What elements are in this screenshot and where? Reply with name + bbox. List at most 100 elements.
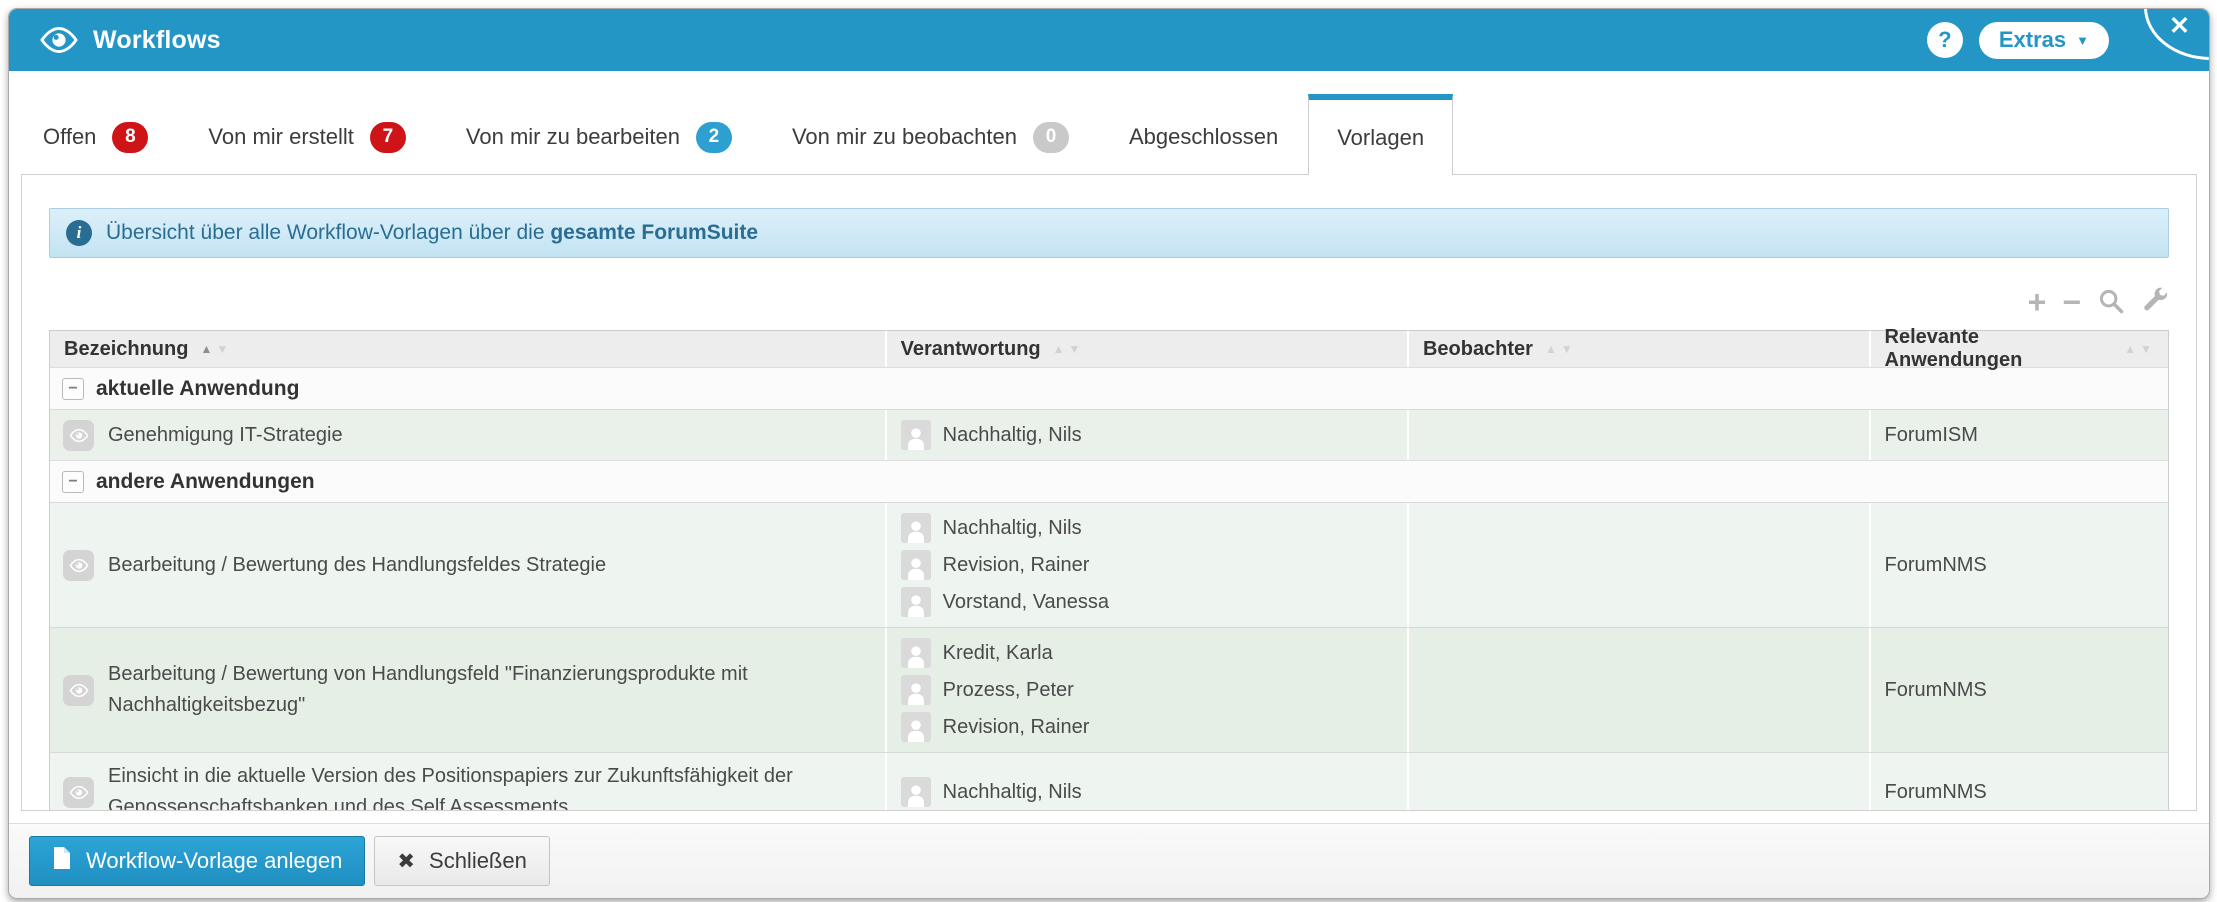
sort-asc-icon: ▲ (1052, 342, 1067, 356)
tab-label: Von mir zu bearbeiten (465, 124, 680, 149)
collapse-icon[interactable]: − (62, 377, 84, 400)
person-icon (900, 550, 931, 580)
search-button[interactable] (2097, 287, 2125, 318)
application-label: ForumNMS (1884, 780, 1987, 803)
application-label: ForumISM (1884, 423, 1978, 446)
person-name: Kredit, Karla (942, 641, 1053, 664)
table-body: − aktuelle Anwendung Genehmigung IT-Stra… (50, 367, 2168, 811)
workflow-title: Genehmigung IT-Strategie (108, 423, 343, 446)
group-row[interactable]: − aktuelle Anwendung (50, 367, 2168, 409)
table-row[interactable]: Einsicht in die aktuelle Version des Pos… (50, 752, 2168, 811)
extras-button[interactable]: Extras ▼ (1978, 21, 2109, 59)
page: Workflows ? Extras ▼ ✕ Offen 8 Von mir e… (0, 0, 2217, 902)
bezeichnung-cell: Bearbeitung / Bewertung von Handlungsfel… (50, 628, 887, 752)
sort-desc-icon: ▼ (2140, 342, 2154, 356)
application-label: ForumNMS (1884, 553, 1987, 576)
info-text-bold: gesamte ForumSuite (550, 221, 759, 244)
person-item: Prozess, Peter (900, 675, 1074, 705)
column-header-verantwortung[interactable]: Verantwortung ▲ ▼ (887, 331, 1409, 367)
workflow-title: Einsicht in die aktuelle Version des Pos… (108, 765, 793, 811)
person-name: Prozess, Peter (942, 678, 1074, 701)
window-header: Workflows ? Extras ▼ ✕ (9, 9, 2209, 71)
tab-offen[interactable]: Offen 8 (29, 100, 178, 174)
tab-von-mir-zu-beobachten[interactable]: Von mir zu beobachten 0 (762, 100, 1099, 174)
workflow-title: Bearbeitung / Bewertung des Handlungsfel… (108, 553, 607, 576)
person-name: Nachhaltig, Nils (942, 516, 1082, 539)
tab-abgeschlossen[interactable]: Abgeschlossen (1099, 100, 1308, 174)
observer-cell (1409, 410, 1871, 460)
search-icon (2097, 287, 2125, 318)
workflow-eye-icon (63, 674, 94, 706)
table-header-row: Bezeichnung ▲ ▼ Verantwortung ▲ ▼ Beobac… (50, 326, 2168, 371)
info-text: Übersicht über alle Workflow-Vorlagen üb… (106, 221, 759, 244)
workflow-eye-icon (63, 776, 94, 808)
person-item: Revision, Rainer (900, 712, 1089, 742)
tab-content-panel: i Übersicht über alle Workflow-Vorlagen … (21, 174, 2197, 811)
chevron-down-icon: ▼ (2076, 32, 2089, 48)
minus-icon: − (2062, 284, 2081, 320)
responsibility-cell: Nachhaltig, Nils (887, 753, 1409, 810)
sort-asc-icon: ▲ (200, 342, 215, 356)
responsibility-cell: Nachhaltig, Nils (887, 410, 1409, 460)
responsibility-cell: Kredit, Karla Prozess, Peter Revision, R… (887, 628, 1409, 752)
create-workflow-template-button[interactable]: Workflow-Vorlage anlegen (29, 836, 366, 886)
person-item: Vorstand, Vanessa (900, 587, 1109, 617)
application-cell: ForumNMS (1871, 503, 2168, 627)
collapse-all-button[interactable]: − (2062, 286, 2081, 318)
observer-cell (1409, 628, 1871, 752)
tab-badge: 2 (695, 121, 732, 153)
person-name: Revision, Rainer (942, 553, 1090, 576)
info-banner: i Übersicht über alle Workflow-Vorlagen … (49, 208, 2169, 258)
table-row[interactable]: Bearbeitung / Bewertung des Handlungsfel… (50, 502, 2168, 627)
person-item: Nachhaltig, Nils (900, 513, 1082, 543)
person-icon (900, 638, 931, 668)
sort-icons: ▲ ▼ (2124, 342, 2154, 356)
table-row[interactable]: Bearbeitung / Bewertung von Handlungsfel… (50, 627, 2168, 752)
document-icon (52, 846, 72, 876)
bezeichnung-cell: Einsicht in die aktuelle Version des Pos… (50, 753, 887, 811)
tab-von-mir-erstellt[interactable]: Von mir erstellt 7 (178, 100, 436, 174)
create-workflow-template-label: Workflow-Vorlage anlegen (86, 848, 343, 873)
tab-bar: Offen 8 Von mir erstellt 7 Von mir zu be… (9, 71, 2209, 175)
sort-icons: ▲ ▼ (1545, 342, 1575, 356)
workflow-title: Bearbeitung / Bewertung von Handlungsfel… (108, 663, 748, 716)
column-header-relevante-anwendungen[interactable]: Relevante Anwendungen ▲ ▼ (1871, 326, 2168, 371)
tab-label: Von mir zu beobachten (791, 124, 1017, 149)
person-item: Kredit, Karla (900, 638, 1053, 668)
sort-asc-icon: ▲ (2124, 342, 2139, 356)
close-dialog-button[interactable]: ✖ Schließen (374, 836, 550, 886)
person-icon (900, 587, 931, 617)
person-name: Nachhaltig, Nils (942, 423, 1082, 446)
application-cell: ForumNMS (1871, 753, 2168, 810)
responsibility-cell: Nachhaltig, Nils Revision, Rainer Vorsta… (887, 503, 1409, 627)
close-button[interactable]: ✕ (2163, 13, 2196, 40)
settings-button[interactable] (2141, 287, 2169, 318)
bezeichnung-cell: Genehmigung IT-Strategie (50, 410, 887, 460)
column-header-bezeichnung[interactable]: Bezeichnung ▲ ▼ (50, 331, 887, 367)
table-row[interactable]: Genehmigung IT-Strategie Nachhaltig, Nil… (50, 409, 2168, 460)
group-row[interactable]: − andere Anwendungen (50, 460, 2168, 502)
extras-label: Extras (1998, 27, 2067, 52)
workflows-eye-icon (37, 25, 81, 55)
tab-label: Vorlagen (1337, 124, 1425, 150)
sort-icons: ▲ ▼ (1053, 342, 1083, 356)
sort-asc-icon: ▲ (1544, 342, 1559, 356)
close-x-icon: ✖ (397, 849, 416, 873)
person-icon (900, 513, 931, 543)
bezeichnung-cell: Bearbeitung / Bewertung des Handlungsfel… (50, 503, 887, 627)
sort-icons: ▲ ▼ (200, 342, 230, 356)
collapse-icon[interactable]: − (62, 470, 84, 493)
sort-desc-icon: ▼ (216, 342, 231, 356)
person-item: Nachhaltig, Nils (900, 420, 1082, 450)
help-button[interactable]: ? (1926, 22, 1963, 58)
workflow-eye-icon (63, 419, 94, 451)
sort-desc-icon: ▼ (1560, 342, 1575, 356)
window-title: Workflows (93, 25, 221, 54)
application-label: ForumNMS (1884, 678, 1987, 701)
table-toolbar: + − (49, 284, 2169, 320)
expand-all-button[interactable]: + (2028, 286, 2047, 318)
tab-vorlagen[interactable]: Vorlagen (1308, 94, 1454, 175)
tab-von-mir-zu-bearbeiten[interactable]: Von mir zu bearbeiten 2 (436, 100, 762, 174)
column-header-beobachter[interactable]: Beobachter ▲ ▼ (1409, 331, 1871, 367)
person-icon (900, 420, 931, 450)
